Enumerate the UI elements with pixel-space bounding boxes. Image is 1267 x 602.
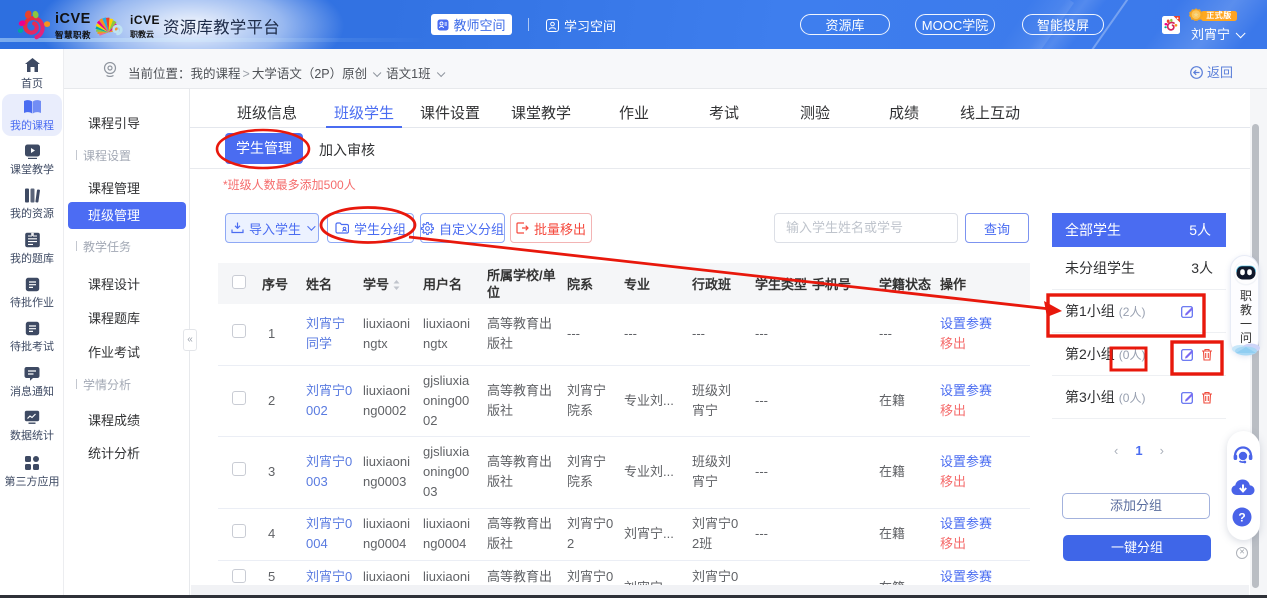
svg-text:?: ? — [1238, 511, 1245, 525]
